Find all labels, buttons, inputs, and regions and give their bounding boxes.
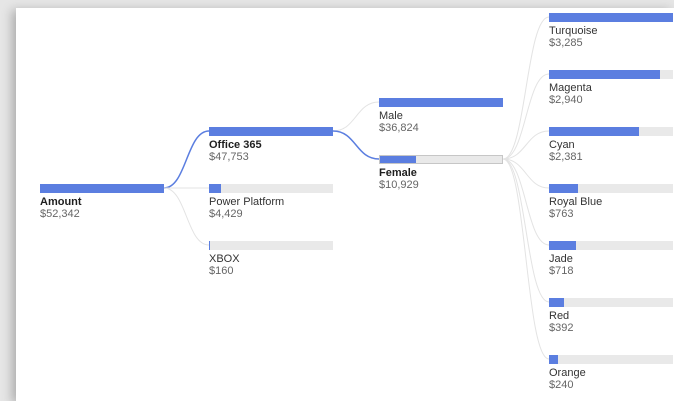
- node-bar-track: [549, 184, 673, 193]
- node-bar-track: [549, 13, 673, 22]
- node-value: $2,940: [549, 94, 583, 106]
- node-label: Cyan: [549, 139, 575, 151]
- node-bar-fill: [549, 70, 660, 79]
- node-bar-track: [40, 184, 164, 193]
- node-value: $52,342: [40, 208, 80, 220]
- decomposition-tree-canvas: Amount $52,342 Office 365 $47,753 Power …: [16, 8, 674, 401]
- connector-level2-level3: [502, 158, 550, 360]
- node-bar-track: [209, 184, 333, 193]
- node-bar-fill: [549, 355, 559, 364]
- connector-level2-level3: [502, 158, 550, 303]
- node-value: $240: [549, 379, 574, 391]
- node-bar-fill: [549, 184, 578, 193]
- node-label: Orange: [549, 367, 586, 379]
- node-bar-track: [379, 98, 503, 107]
- connector-root-level1: [163, 187, 210, 246]
- node-bar-track: [549, 298, 673, 307]
- node-label: Magenta: [549, 82, 592, 94]
- node-value: $4,429: [209, 208, 243, 220]
- node-label: Power Platform: [209, 196, 285, 208]
- node-bar-fill: [549, 13, 673, 22]
- node-value: $160: [209, 265, 234, 277]
- connector-level1-level2: [332, 101, 380, 132]
- node-bar-track: [549, 241, 673, 250]
- node-label: Office 365: [209, 139, 262, 151]
- node-value: $763: [549, 208, 574, 220]
- node-bar-track: [549, 127, 673, 136]
- node-label: Turquoise: [549, 25, 598, 37]
- node-value: $3,285: [549, 37, 583, 49]
- connector-level1-level2: [332, 130, 380, 160]
- node-value: $47,753: [209, 151, 249, 163]
- connector-root-level1: [163, 130, 210, 189]
- node-value: $2,381: [549, 151, 583, 163]
- connector-level2-level3: [502, 16, 550, 160]
- node-bar-track: [549, 355, 673, 364]
- node-bar-fill: [40, 184, 164, 193]
- node-bar-track: [549, 70, 673, 79]
- node-label: Male: [379, 110, 403, 122]
- node-bar-fill: [549, 241, 577, 250]
- node-bar-fill: [549, 298, 564, 307]
- node-label: Female: [379, 167, 417, 179]
- node-label: Amount: [40, 196, 82, 208]
- node-bar-track: [379, 155, 503, 164]
- node-value: $36,824: [379, 122, 419, 134]
- node-bar-fill: [380, 156, 417, 163]
- node-bar-track: [209, 241, 333, 250]
- node-label: Red: [549, 310, 570, 322]
- node-label: Jade: [549, 253, 573, 265]
- node-bar-fill: [549, 127, 639, 136]
- node-bar-fill: [209, 127, 333, 136]
- node-value: $10,929: [379, 179, 419, 191]
- node-bar-fill: [209, 184, 221, 193]
- node-label: Royal Blue: [549, 196, 603, 208]
- node-value: $392: [549, 322, 574, 334]
- node-bar-track: [209, 127, 333, 136]
- node-label: XBOX: [209, 253, 240, 265]
- node-value: $718: [549, 265, 574, 277]
- node-bar-fill: [379, 98, 503, 107]
